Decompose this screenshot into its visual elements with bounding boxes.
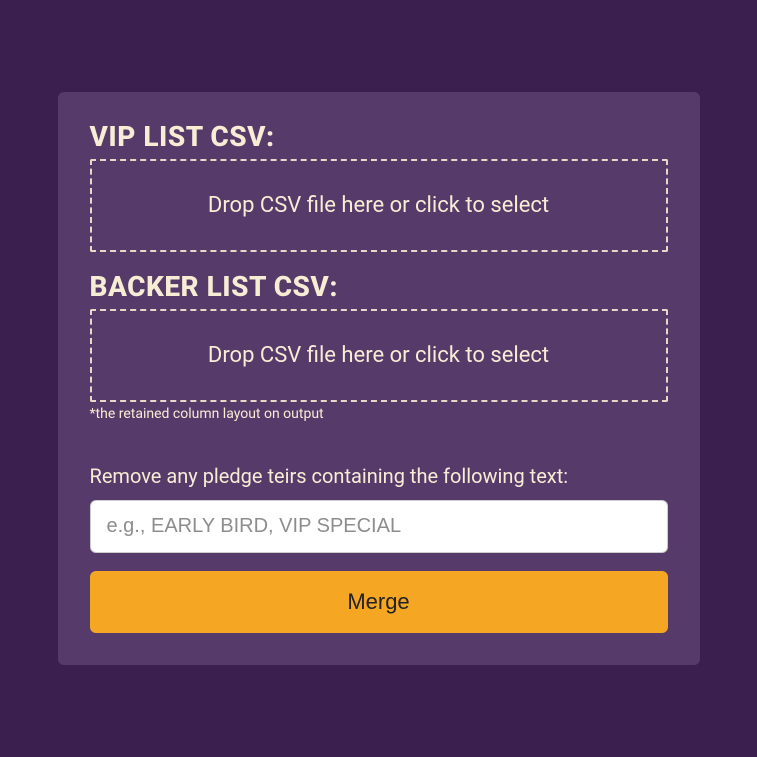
vip-csv-dropzone[interactable]: Drop CSV file here or click to select [90,159,668,252]
vip-list-label: VIP LIST CSV: [90,120,668,153]
backer-list-label: BACKER LIST CSV: [90,270,668,303]
remove-tiers-input[interactable] [90,500,668,553]
backer-csv-dropzone[interactable]: Drop CSV file here or click to select [90,309,668,402]
backer-footnote: *the retained column layout on output [90,406,668,422]
merge-button[interactable]: Merge [90,571,668,633]
remove-tiers-label: Remove any pledge teirs containing the f… [90,464,668,488]
merge-panel: VIP LIST CSV: Drop CSV file here or clic… [58,92,700,665]
